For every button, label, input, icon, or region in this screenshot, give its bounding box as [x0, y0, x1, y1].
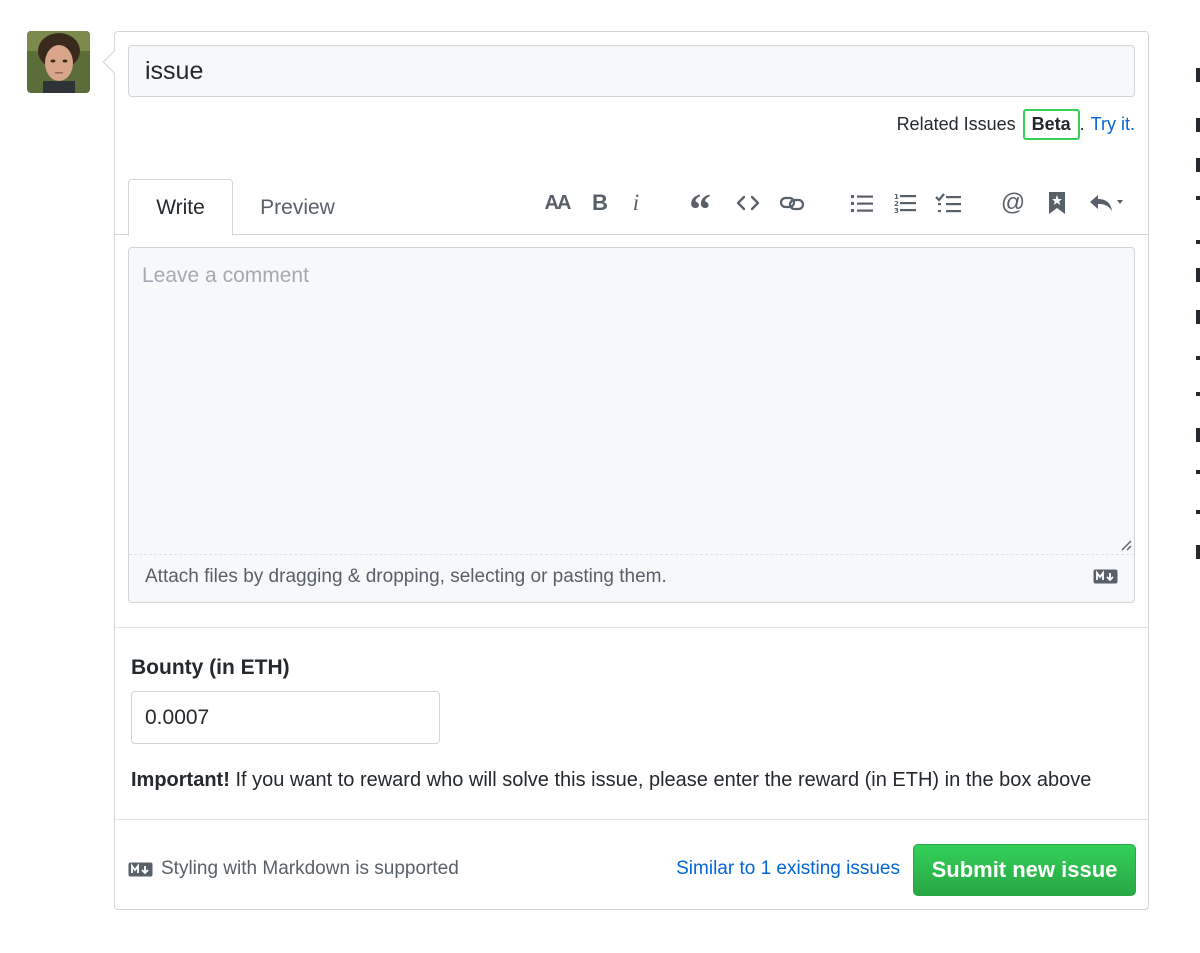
- code-icon[interactable]: [735, 186, 761, 220]
- tab-preview[interactable]: Preview: [245, 179, 350, 236]
- important-label: Important!: [131, 769, 230, 791]
- edge-tick: [1196, 310, 1200, 324]
- related-issues-label: Related Issues: [896, 114, 1016, 134]
- quote-icon[interactable]: “: [687, 186, 713, 232]
- edge-tick: [1196, 118, 1200, 132]
- edge-tick: [1196, 268, 1200, 282]
- edge-tick: [1196, 470, 1200, 474]
- edge-tick: [1196, 510, 1200, 514]
- avatar-image: [27, 31, 90, 93]
- task-list-icon[interactable]: [934, 186, 962, 220]
- comment-textarea[interactable]: [129, 248, 1134, 555]
- edge-tick: [1196, 545, 1200, 559]
- bounty-input[interactable]: [131, 691, 440, 744]
- new-issue-form: Related Issues Beta . Try it. Write Prev…: [102, 31, 1149, 910]
- attach-files-text[interactable]: Attach files by dragging & dropping, sel…: [145, 566, 667, 588]
- bold-icon[interactable]: B: [589, 186, 611, 220]
- link-icon[interactable]: [778, 186, 806, 220]
- related-issues: Related Issues Beta . Try it.: [897, 109, 1135, 140]
- markdown-icon: [1093, 569, 1118, 584]
- comment-box: Attach files by dragging & dropping, sel…: [128, 247, 1135, 603]
- right-edge-fragments: [1196, 0, 1200, 953]
- reference-icon[interactable]: [1047, 186, 1067, 220]
- svg-text:3: 3: [894, 207, 899, 214]
- mention-icon[interactable]: @: [999, 186, 1027, 220]
- resize-grip-icon[interactable]: [1120, 539, 1132, 551]
- bounty-label: Bounty (in ETH): [131, 656, 290, 679]
- markdown-note-text: Styling with Markdown is supported: [161, 858, 459, 879]
- avatar[interactable]: [27, 31, 90, 93]
- important-message: If you want to reward who will solve thi…: [229, 769, 1092, 791]
- markdown-icon: [128, 862, 153, 876]
- edge-tick: [1196, 158, 1200, 172]
- bulleted-list-icon[interactable]: [850, 186, 874, 220]
- section-divider: [115, 627, 1148, 628]
- text-size-icon[interactable]: AA: [542, 186, 572, 220]
- related-period: .: [1079, 114, 1085, 134]
- numbered-list-icon[interactable]: 123: [893, 186, 917, 220]
- issue-title-input[interactable]: [128, 45, 1135, 97]
- submit-new-issue-button[interactable]: Submit new issue: [913, 844, 1136, 896]
- bounty-help-text: Important! If you want to reward who wil…: [131, 769, 1091, 792]
- edge-tick: [1196, 428, 1200, 442]
- edge-tick: [1196, 240, 1200, 244]
- try-it-link[interactable]: Try it.: [1091, 114, 1135, 135]
- similar-issues-link[interactable]: Similar to 1 existing issues: [676, 858, 900, 880]
- edge-tick: [1196, 392, 1200, 396]
- edge-tick: [1196, 356, 1200, 360]
- markdown-supported-note[interactable]: Styling with Markdown is supported: [128, 858, 459, 880]
- tab-write[interactable]: Write: [128, 179, 233, 236]
- footer-divider: [115, 819, 1148, 820]
- italic-icon[interactable]: i: [628, 186, 644, 220]
- beta-badge: Beta: [1022, 109, 1080, 140]
- edge-tick: [1196, 68, 1200, 82]
- edge-tick: [1196, 196, 1200, 200]
- comment-caret: [102, 50, 126, 74]
- reply-icon[interactable]: [1088, 186, 1128, 220]
